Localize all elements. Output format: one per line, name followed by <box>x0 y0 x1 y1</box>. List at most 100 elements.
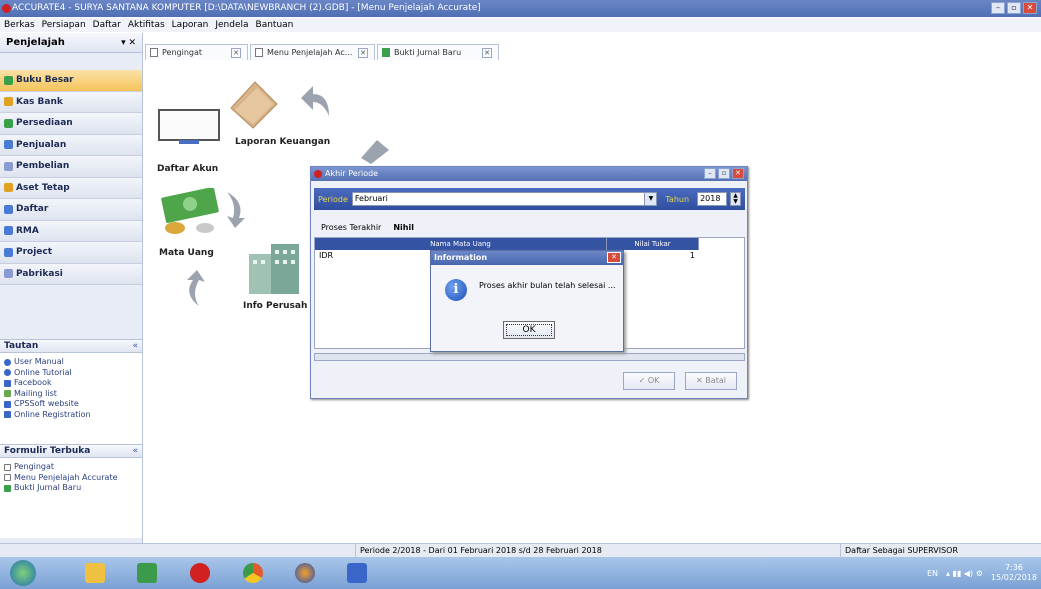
periode-select[interactable]: Februari ▼ <box>351 192 658 206</box>
close-tab-icon[interactable]: ✕ <box>482 47 492 58</box>
chart-of-accounts-icon[interactable] <box>157 108 221 148</box>
close-tab-icon[interactable]: ✕ <box>358 47 368 58</box>
factory-icon <box>4 269 13 279</box>
daftar-akun-label[interactable]: Daftar Akun <box>157 164 218 174</box>
clock[interactable]: 7:36 15/02/2018 <box>991 563 1037 583</box>
grid-header: Nama Mata Uang Nilai Tukar <box>315 238 744 250</box>
taskbar-app[interactable] <box>130 560 164 586</box>
sidebar-item-rma[interactable]: RMA <box>0 220 142 242</box>
close-button[interactable]: ✕ <box>1023 2 1037 14</box>
tautan-header[interactable]: Tautan « <box>0 339 142 353</box>
window-controls: – ▫ ✕ <box>991 2 1037 14</box>
laporan-keuangan-label[interactable]: Laporan Keuangan <box>235 137 330 147</box>
close-tab-icon[interactable]: ✕ <box>231 47 241 58</box>
taskbar-explorer[interactable] <box>78 560 112 586</box>
dialog-title-bar: Akhir Periode – ▫ ✕ <box>311 167 747 181</box>
close-button[interactable]: ✕ <box>607 252 621 263</box>
menu-bantuan[interactable]: Bantuan <box>256 18 294 32</box>
start-button[interactable] <box>6 560 40 586</box>
sidebar-item-project[interactable]: Project <box>0 242 142 264</box>
sidebar-item-persediaan[interactable]: Persediaan <box>0 113 142 135</box>
sidebar-item-kas-bank[interactable]: Kas Bank <box>0 91 142 113</box>
info-title: Information <box>434 253 488 262</box>
menu-aktifitas[interactable]: Aktifitas <box>128 18 165 32</box>
collapse-icon[interactable]: « <box>132 341 138 351</box>
info-perusahaan-label[interactable]: Info Perusah <box>243 301 307 311</box>
currency-money-icon[interactable] <box>157 188 227 238</box>
formulir-header[interactable]: Formulir Terbuka « <box>0 444 142 458</box>
tray-icons[interactable]: ▴ ▮▮ ◀) ⚙ <box>946 569 983 578</box>
sidebar-item-buku-besar[interactable]: Buku Besar <box>0 70 142 92</box>
accurate-icon <box>190 563 210 583</box>
app-icon <box>2 4 11 13</box>
ok-button[interactable]: ✓ OK <box>623 372 675 390</box>
open-form-bukti-jurnal[interactable]: Bukti Jurnal Baru <box>4 483 138 494</box>
document-icon <box>4 474 11 482</box>
menu-bar: Berkas Persiapan Daftar Aktifitas Lapora… <box>0 18 1041 32</box>
collapse-icon[interactable]: « <box>132 446 138 456</box>
taskbar-word[interactable] <box>340 560 374 586</box>
user-status: Daftar Sebagai SUPERVISOR <box>840 544 958 557</box>
sales-icon <box>4 140 13 150</box>
close-button[interactable]: ✕ <box>732 168 744 179</box>
link-online-registration[interactable]: Online Registration <box>4 410 138 421</box>
link-cpssoft-website[interactable]: CPSSoft website <box>4 399 138 410</box>
taskbar-firefox[interactable] <box>288 560 322 586</box>
link-online-tutorial[interactable]: Online Tutorial <box>4 368 138 379</box>
menu-jendela[interactable]: Jendela <box>215 18 248 32</box>
globe-icon <box>4 369 11 377</box>
taskbar-accurate[interactable] <box>183 560 217 586</box>
rma-icon <box>4 226 13 236</box>
menu-berkas[interactable]: Berkas <box>4 18 35 32</box>
menu-laporan[interactable]: Laporan <box>172 18 209 32</box>
sidebar-item-pembelian[interactable]: Pembelian <box>0 156 142 178</box>
document-icon <box>255 48 263 57</box>
open-form-pengingat[interactable]: Pengingat <box>4 462 138 473</box>
sidebar-item-daftar[interactable]: Daftar <box>0 199 142 221</box>
mata-uang-label[interactable]: Mata Uang <box>159 248 214 258</box>
sidebar-item-pabrikasi[interactable]: Pabrikasi <box>0 263 142 285</box>
column-header-rate: Nilai Tukar <box>607 238 699 250</box>
period-status: Periode 2/2018 - Dari 01 Februari 2018 s… <box>355 544 602 557</box>
tab-pengingat[interactable]: Pengingat ✕ <box>145 44 248 60</box>
tab-menu-penjelajah[interactable]: Menu Penjelajah Ac... ✕ <box>250 44 375 60</box>
cancel-button[interactable]: ✕ Batal <box>685 372 737 390</box>
link-facebook[interactable]: Facebook <box>4 378 138 389</box>
tahun-label: Tahun <box>665 194 690 204</box>
maximize-button[interactable]: ▫ <box>1007 2 1021 14</box>
explorer-title: Penjelajah <box>6 37 65 48</box>
periode-label: Periode <box>318 194 348 204</box>
firefox-icon <box>295 563 315 583</box>
sidebar-item-aset-tetap[interactable]: Aset Tetap <box>0 177 142 199</box>
fixed-asset-icon <box>4 183 13 193</box>
info-ok-button[interactable]: OK <box>503 321 555 339</box>
minimize-button[interactable]: – <box>991 2 1005 14</box>
open-forms-list: Pengingat Menu Penjelajah Accurate Bukti… <box>0 458 142 538</box>
tab-bukti-jurnal[interactable]: Bukti Jurnal Baru ✕ <box>377 44 499 60</box>
purchase-icon <box>4 161 13 171</box>
financial-report-icon[interactable] <box>225 78 281 132</box>
menu-daftar[interactable]: Daftar <box>93 18 121 32</box>
tautan-links: User Manual Online Tutorial Facebook Mai… <box>0 353 142 424</box>
explorer-controls[interactable]: ▾ ✕ <box>121 38 136 48</box>
year-spinner[interactable]: ▲ ▼ <box>730 192 741 206</box>
maximize-button[interactable]: ▫ <box>718 168 730 179</box>
link-mailing-list[interactable]: Mailing list <box>4 389 138 400</box>
folder-icon <box>85 563 105 583</box>
mail-icon <box>4 390 11 398</box>
company-building-icon[interactable] <box>245 240 305 296</box>
chevron-down-icon[interactable]: ▼ <box>644 193 657 205</box>
explorer-header: Penjelajah ▾ ✕ <box>0 33 142 53</box>
open-form-menu-penjelajah[interactable]: Menu Penjelajah Accurate <box>4 473 138 484</box>
status-bar: Periode 2/2018 - Dari 01 Februari 2018 s… <box>0 543 1041 557</box>
menu-persiapan[interactable]: Persiapan <box>42 18 86 32</box>
tahun-input[interactable]: 2018 <box>697 192 728 206</box>
ledger-icon <box>4 75 13 85</box>
sidebar-item-penjualan[interactable]: Penjualan <box>0 134 142 156</box>
minimize-button[interactable]: – <box>704 168 716 179</box>
taskbar-chrome[interactable] <box>236 560 270 586</box>
dialog-window-controls: – ▫ ✕ <box>704 168 744 179</box>
link-user-manual[interactable]: User Manual <box>4 357 138 368</box>
language-indicator[interactable]: EN <box>927 569 938 578</box>
journal-icon <box>382 48 390 57</box>
